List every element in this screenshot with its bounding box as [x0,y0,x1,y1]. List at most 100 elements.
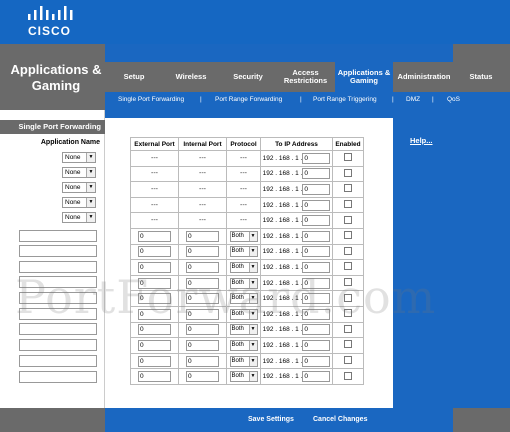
enabled-checkbox[interactable] [344,231,352,240]
internal-port-input[interactable]: 0 [186,355,219,367]
protocol-select[interactable]: Both ▼ [229,230,258,242]
cancel-changes-button[interactable]: Cancel Changes [307,413,374,427]
external-port-input[interactable]: 0 [138,339,171,351]
external-port-input[interactable]: 0 [138,324,171,336]
enabled-checkbox[interactable] [344,153,352,162]
preset-app-select[interactable]: None ▼ [62,152,96,163]
preset-app-select-value: None [65,154,81,161]
dropdown-arrow-icon: ▼ [248,340,257,350]
protocol-select[interactable]: Both ▼ [229,339,258,351]
table-row: 0 0 Both ▼ 192 . 168 . 1 .0 [130,243,364,261]
protocol-value: Both [231,373,244,380]
protocol-select[interactable]: Both ▼ [229,246,258,258]
enabled-checkbox[interactable] [344,215,352,224]
logo-text: CISCO [28,24,72,38]
ip-last-octet-input[interactable]: 0 [302,168,331,180]
enabled-checkbox[interactable] [344,168,352,177]
table-cell: --- [226,212,261,229]
enabled-checkbox[interactable] [344,184,352,193]
dropdown-arrow-icon: ▼ [86,213,95,222]
subtab-port-range-triggering[interactable]: Port Range Triggering [313,96,377,103]
protocol-select[interactable]: Both ▼ [229,355,258,367]
application-name-input[interactable] [19,230,97,242]
application-name-input[interactable] [19,371,97,383]
external-port-input[interactable]: 0 [138,230,171,242]
dash-placeholder: --- [199,170,206,178]
subnav-separator: | [392,96,394,103]
subtab-port-range-forwarding[interactable]: Port Range Forwarding [215,96,282,103]
enabled-checkbox[interactable] [344,371,352,380]
table-cell: --- [130,196,179,214]
enabled-checkbox[interactable] [344,324,352,333]
ip-cell: 192 . 168 . 1 .0 [260,150,333,167]
ip-last-octet-input[interactable]: 0 [302,230,331,242]
table-row: --- --- --- 192 . 168 . 1 .0 [130,196,364,214]
cisco-logo: CISCO [28,6,88,40]
enabled-checkbox[interactable] [344,200,352,209]
table-cell: Both ▼ [226,243,261,261]
help-link[interactable]: Help... [410,136,433,145]
dash-placeholder: --- [199,185,206,193]
ip-last-octet-input[interactable]: 0 [302,215,331,227]
help-panel [393,110,510,408]
header-strip-gray [453,44,510,62]
tab-setup[interactable]: Setup [110,62,158,92]
application-name-input[interactable] [19,355,97,367]
table-row: 0 0 Both ▼ 192 . 168 . 1 .0 [130,337,364,354]
ip-last-octet-input[interactable]: 0 [302,183,331,195]
subnav-separator: | [200,96,202,103]
enabled-checkbox[interactable] [344,246,352,255]
subtab-dmz[interactable]: DMZ [406,96,420,103]
tab-status[interactable]: Status [458,62,504,92]
subtab-single-port-forwarding[interactable]: Single Port Forwarding [118,96,184,103]
enabled-cell [332,352,364,370]
enabled-cell [332,368,364,385]
ip-last-octet-input[interactable]: 0 [302,355,331,367]
internal-port-input[interactable]: 0 [186,371,219,383]
internal-port-input[interactable]: 0 [186,246,219,258]
subtab-qos[interactable]: QoS [447,96,460,103]
preset-app-select[interactable]: None ▼ [62,212,96,223]
dropdown-arrow-icon: ▼ [248,231,257,241]
internal-port-input[interactable]: 0 [186,230,219,242]
protocol-select[interactable]: Both ▼ [229,324,258,336]
application-name-input[interactable] [19,323,97,335]
table-row: --- --- --- 192 . 168 . 1 .0 [130,212,364,229]
table-cell: --- [130,181,179,198]
ip-last-octet-input[interactable]: 0 [302,371,331,383]
ip-last-octet-input[interactable]: 0 [302,199,331,211]
ip-last-octet-input[interactable]: 0 [302,339,331,351]
preset-app-select[interactable]: None ▼ [62,182,96,193]
tab-security[interactable]: Security [222,62,274,92]
footer-right [453,408,510,432]
tab-administration[interactable]: Administration [395,62,453,92]
preset-app-select[interactable]: None ▼ [62,197,96,208]
external-port-input[interactable]: 0 [138,371,171,383]
table-cell: 0 [178,227,227,245]
table-cell: 0 [130,368,179,385]
footer-left [0,408,105,432]
ip-prefix: 192 . 168 . 1 . [262,232,303,240]
dropdown-arrow-icon: ▼ [86,183,95,192]
preset-app-select-value: None [65,199,81,206]
application-name-input[interactable] [19,245,97,257]
enabled-checkbox[interactable] [344,340,352,349]
internal-port-input[interactable]: 0 [186,339,219,351]
save-settings-button[interactable]: Save Settings [242,413,300,427]
enabled-checkbox[interactable] [344,356,352,365]
external-port-input[interactable]: 0 [138,355,171,367]
tab-wireless[interactable]: Wireless [165,62,217,92]
ip-last-octet-input[interactable]: 0 [302,152,331,164]
protocol-select[interactable]: Both ▼ [229,371,258,383]
tab-access-restrictions[interactable]: Access Restrictions [278,62,333,92]
internal-port-input[interactable]: 0 [186,324,219,336]
ip-last-octet-input[interactable]: 0 [302,246,331,258]
watermark: PortForward.com [15,270,437,324]
tab-applications-gaming[interactable]: Applications & Gaming [335,62,393,92]
application-name-input[interactable] [19,339,97,351]
ip-last-octet-input[interactable]: 0 [302,324,331,336]
preset-app-select[interactable]: None ▼ [62,167,96,178]
table-cell: Both ▼ [226,227,261,245]
table-header-row: External Port Internal Port Protocol To … [130,137,364,151]
external-port-input[interactable]: 0 [138,246,171,258]
